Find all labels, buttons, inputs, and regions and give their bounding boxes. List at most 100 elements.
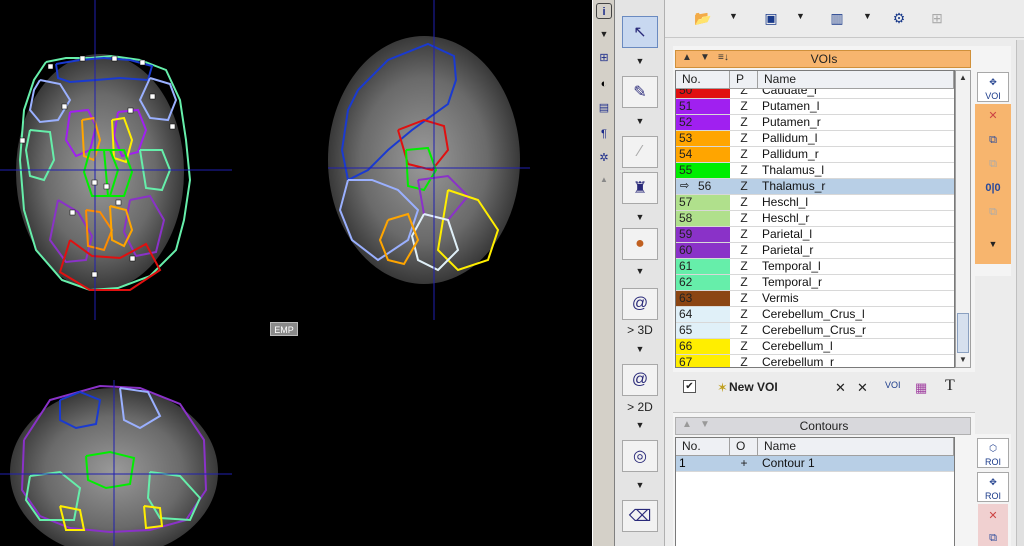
contours-table[interactable]: No. O Name 1 + Contour 1 — [675, 437, 955, 546]
save-icon[interactable]: ▣ — [761, 9, 781, 27]
voi-no: 57 — [676, 195, 730, 210]
voi-name: Parietal_r — [762, 243, 814, 257]
chevron-down-icon[interactable]: ▼ — [634, 212, 646, 222]
coronal-view[interactable] — [0, 380, 232, 546]
table-row[interactable]: 62 Z Temporal_r — [676, 275, 954, 291]
voi-no: 61 — [676, 259, 730, 274]
mirror-icon[interactable]: 0|0 — [978, 176, 1008, 200]
tool-icon[interactable]: ¶ — [596, 126, 612, 142]
open-folder-icon[interactable]: 📂 — [693, 9, 713, 27]
emp-badge[interactable]: EMP — [270, 322, 298, 336]
color-palette-icon[interactable]: ▦ — [915, 380, 927, 396]
voi-no: 65 — [676, 323, 730, 338]
chevron-down-icon[interactable]: ▼ — [634, 420, 646, 430]
scroll-thumb[interactable] — [957, 313, 969, 353]
table-row[interactable]: 54 Z Pallidum_r — [676, 147, 954, 163]
col-no[interactable]: No. — [676, 438, 730, 456]
2d-tool-button[interactable]: @ — [622, 364, 658, 396]
chevron-down-icon[interactable]: ▼ — [796, 11, 805, 21]
table-row[interactable]: 60 Z Parietal_r — [676, 243, 954, 259]
eraser-icon: ⌫ — [628, 508, 652, 525]
voi-name: Pallidum_l — [762, 131, 818, 145]
outline-tool-button[interactable]: ◎ — [622, 440, 658, 472]
move-roi-button[interactable]: ✥ ROI — [977, 472, 1009, 502]
contour-name: Contour 1 — [758, 456, 954, 471]
pointer-tool-button[interactable]: ↖ — [622, 16, 658, 48]
chevron-down-icon[interactable]: ▼ — [634, 266, 646, 276]
table-row[interactable]: 64 Z Cerebellum_Crus_l — [676, 307, 954, 323]
image-viewer[interactable]: EMP — [0, 0, 592, 546]
voi-p: Z — [740, 355, 748, 368]
chevron-down-icon[interactable]: ▼ — [978, 232, 1008, 256]
chevron-down-icon[interactable]: ▼ — [863, 11, 872, 21]
checkbox-icon[interactable]: ✔ — [683, 380, 696, 393]
histogram-icon[interactable]: ▥ — [825, 9, 849, 27]
voi-icon[interactable]: VOI — [885, 380, 901, 390]
sagittal-view[interactable] — [328, 0, 530, 320]
table-row[interactable]: 58 Z Heschl_r — [676, 211, 954, 227]
tool-strip: ↖ ▼ ✎ ▼ ⁄ ♜ ▼ ● ▼ @ > 3D ▼ @ > 2D ▼ ◎ ▼ … — [615, 0, 665, 546]
roi-button[interactable]: ⬡ ROI — [977, 438, 1009, 468]
col-no[interactable]: No. — [676, 71, 730, 89]
delete-icon[interactable]: ✕ — [835, 380, 846, 396]
target-icon[interactable]: ✲ — [596, 150, 612, 166]
col-p[interactable]: P — [730, 71, 758, 89]
table-row[interactable]: 51 Z Putamen_l — [676, 99, 954, 115]
print-icon[interactable]: ▤ — [596, 100, 612, 116]
paint-tool-button[interactable]: ♜ — [622, 172, 658, 204]
table-row[interactable]: 55 Z Thalamus_l — [676, 163, 954, 179]
delete-all-icon[interactable]: ✕ — [857, 380, 868, 396]
voi-no: 66 — [676, 339, 730, 354]
table-row[interactable]: 67 Z Cerebellum_r — [676, 355, 954, 368]
col-name[interactable]: Name — [758, 71, 954, 89]
paste-icon[interactable]: ⧉ — [978, 152, 1008, 176]
contrast-icon[interactable]: ◐ — [596, 76, 612, 92]
3d-tool-button[interactable]: @ — [622, 288, 658, 320]
close-icon[interactable]: ✕ — [978, 504, 1008, 528]
table-row[interactable]: 61 Z Temporal_l — [676, 259, 954, 275]
chevron-down-icon[interactable]: ▼ — [634, 480, 646, 490]
tree-icon[interactable]: ⊞ — [596, 50, 612, 66]
table-row[interactable]: 56 ⇨ Z Thalamus_r — [676, 179, 954, 195]
contour-no: 1 — [676, 456, 730, 471]
chevron-down-icon[interactable]: ▼ — [634, 116, 646, 126]
close-icon[interactable]: ✕ — [978, 104, 1008, 128]
sphere-tool-button[interactable]: ● — [622, 228, 658, 260]
voi-name: Vermis — [762, 291, 799, 305]
pen-tool-button[interactable]: ✎ — [622, 76, 658, 108]
voi-scrollbar[interactable]: ▲ ▼ — [955, 70, 971, 368]
chevron-down-icon[interactable]: ▼ — [634, 56, 646, 66]
table-row[interactable]: 65 Z Cerebellum_Crus_r — [676, 323, 954, 339]
duplicate-icon[interactable]: ⧉ — [978, 200, 1008, 224]
arrow-up-icon[interactable]: ▲ — [596, 172, 612, 188]
table-row[interactable]: 53 Z Pallidum_l — [676, 131, 954, 147]
table-row[interactable]: 57 Z Heschl_l — [676, 195, 954, 211]
table-row[interactable]: 66 Z Cerebellum_l — [676, 339, 954, 355]
chevron-down-icon[interactable]: ▼ — [634, 344, 646, 354]
voi-name: Temporal_r — [762, 275, 823, 289]
chevron-down-icon[interactable]: ▼ — [596, 26, 612, 42]
brush-tool-button[interactable]: ⁄ — [622, 136, 658, 168]
scroll-down-icon[interactable]: ▼ — [956, 353, 970, 367]
eraser-tool-button[interactable]: ⌫ — [622, 500, 658, 532]
chevron-down-icon[interactable]: ▼ — [729, 11, 738, 21]
scroll-up-icon[interactable]: ▲ — [956, 71, 970, 85]
brush-icon: ⁄ — [638, 143, 642, 160]
new-voi-button[interactable]: New VOI — [729, 380, 778, 394]
col-o[interactable]: O — [730, 438, 758, 456]
table-row[interactable]: 59 Z Parietal_l — [676, 227, 954, 243]
voi-p: Z — [740, 307, 748, 321]
settings-icon[interactable]: ⚙ — [887, 9, 911, 27]
copy-icon[interactable]: ⧉ — [978, 526, 1008, 546]
table-row[interactable]: 1 + Contour 1 — [676, 456, 954, 472]
axial-view[interactable] — [0, 0, 232, 320]
move-voi-button[interactable]: ✥ VOI — [977, 72, 1009, 102]
info-icon[interactable]: i — [596, 3, 612, 19]
text-icon[interactable]: T — [945, 377, 955, 395]
table-row[interactable]: 63 Z Vermis — [676, 291, 954, 307]
copy-icon[interactable]: ⧉ — [978, 128, 1008, 152]
table-row[interactable]: 52 Z Putamen_r — [676, 115, 954, 131]
voi-table[interactable]: No. P Name 50 Z Caudate_r 51 Z Putamen_l 52 Z Pu… — [675, 70, 955, 368]
col-name[interactable]: Name — [758, 438, 954, 456]
voi-header: ▲ ▼ ≡↓ VOIs — [675, 50, 971, 68]
